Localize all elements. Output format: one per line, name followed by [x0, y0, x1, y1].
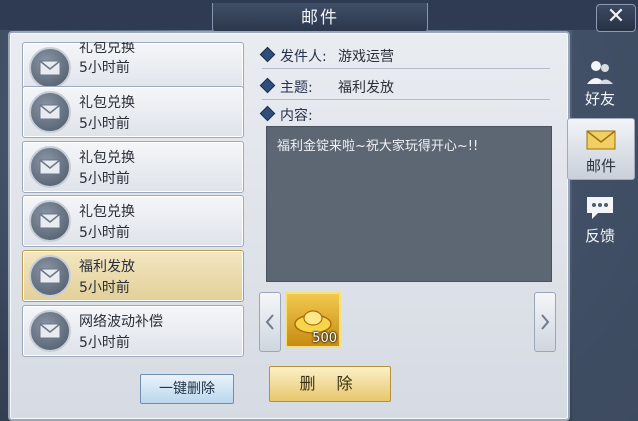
- subject-value: 福利发放: [338, 80, 394, 96]
- mail-item-time: 5小时前: [79, 335, 130, 351]
- tab-feedback[interactable]: 反馈: [567, 189, 633, 249]
- envelope-icon: [29, 255, 71, 297]
- chevron-right-icon: [541, 314, 550, 330]
- diamond-bullet-icon: [259, 105, 276, 122]
- diamond-bullet-icon: [259, 46, 276, 63]
- mail-item-time: 5小时前: [79, 225, 130, 241]
- content-text: 福利金锭来啦~祝大家玩得开心~!!: [277, 139, 479, 154]
- mail-list-item[interactable]: 礼包兑换 5小时前: [22, 195, 244, 247]
- mail-list[interactable]: 礼包兑换 5小时前 礼包兑换 5小时前 礼包兑换 5小时前 礼包兑换 5小时前 …: [22, 42, 246, 360]
- tab-mail[interactable]: 邮件: [567, 118, 635, 180]
- friends-icon: [587, 61, 613, 84]
- mail-item-title: 礼包兑换: [79, 42, 135, 56]
- mail-item-time: 5小时前: [79, 171, 130, 187]
- mail-item-title: 礼包兑换: [79, 150, 135, 166]
- tab-label: 反馈: [584, 227, 615, 245]
- subject-label: 主题:: [280, 80, 313, 96]
- mail-list-item[interactable]: 礼包兑换 5小时前: [22, 141, 244, 193]
- attachment-next-button[interactable]: [534, 292, 556, 352]
- envelope-icon: [29, 91, 71, 133]
- attachment-prev-button[interactable]: [259, 292, 281, 352]
- mail-icon: [586, 130, 616, 150]
- mail-item-title: 礼包兑换: [79, 204, 135, 220]
- mail-item-time: 5小时前: [79, 116, 130, 132]
- mail-item-time: 5小时前: [79, 280, 130, 296]
- delete-button[interactable]: 删 除: [269, 366, 391, 402]
- subject-row: 主题: 福利发放: [259, 77, 394, 97]
- close-icon: ✕: [606, 4, 626, 29]
- delete-all-button[interactable]: 一键删除: [140, 374, 234, 404]
- chevron-left-icon: [265, 314, 274, 330]
- mail-list-item-selected[interactable]: 福利发放 5小时前: [22, 250, 244, 302]
- content-label: 内容:: [280, 108, 313, 124]
- sender-row: 发件人: 游戏运营: [259, 46, 394, 66]
- tab-friends[interactable]: 好友: [567, 52, 633, 112]
- diamond-bullet-icon: [259, 77, 276, 94]
- envelope-icon: [29, 200, 71, 242]
- sender-label: 发件人:: [280, 49, 327, 65]
- mail-item-title: 网络波动补偿: [79, 314, 163, 330]
- envelope-icon: [29, 47, 71, 89]
- window-title: 邮件: [212, 3, 428, 34]
- mail-item-title: 礼包兑换: [79, 95, 135, 111]
- mail-list-item[interactable]: 礼包兑换 5小时前: [22, 86, 244, 138]
- tab-label: 邮件: [585, 157, 616, 175]
- mail-item-title: 福利发放: [79, 259, 135, 275]
- mail-item-time: 5小时前: [79, 60, 130, 76]
- attachment-count: 500: [312, 331, 337, 346]
- feedback-icon: [587, 197, 613, 219]
- divider: [262, 68, 550, 69]
- envelope-icon: [29, 146, 71, 188]
- sender-value: 游戏运营: [338, 49, 394, 65]
- mail-list-item[interactable]: 网络波动补偿 5小时前: [22, 305, 244, 357]
- close-button[interactable]: ✕: [596, 4, 636, 32]
- content-row: 内容:: [259, 105, 313, 125]
- tab-label: 好友: [584, 90, 615, 108]
- envelope-icon: [29, 310, 71, 352]
- content-box: 福利金锭来啦~祝大家玩得开心~!!: [266, 126, 552, 282]
- divider: [262, 99, 550, 100]
- attachment-slot[interactable]: 500: [285, 292, 341, 348]
